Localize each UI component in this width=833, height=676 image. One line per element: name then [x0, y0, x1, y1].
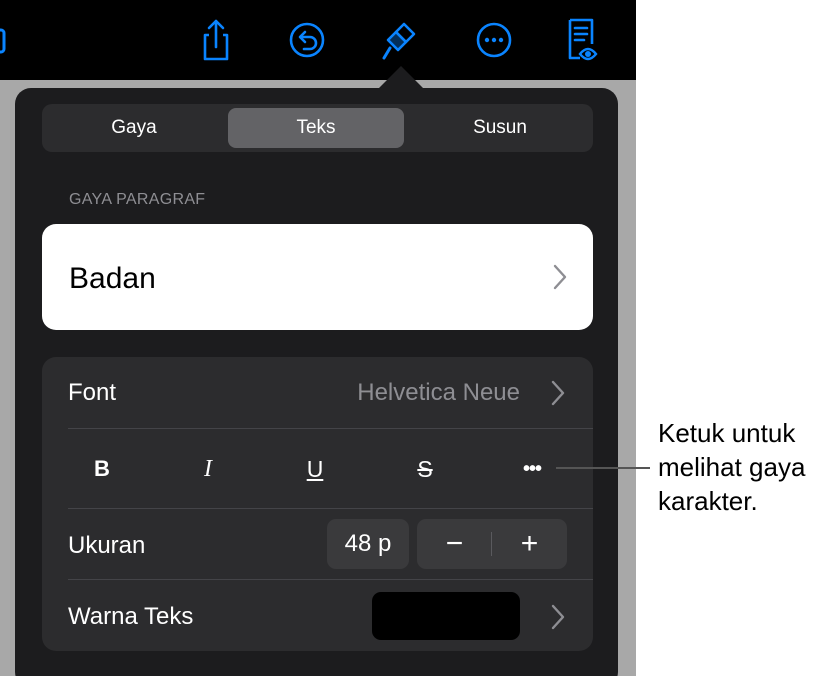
- underline-button[interactable]: U: [299, 453, 331, 485]
- share-icon[interactable]: [194, 14, 238, 66]
- font-label: Font: [68, 379, 117, 406]
- font-size-stepper: − +: [417, 519, 567, 569]
- divider: [68, 508, 593, 509]
- italic-button[interactable]: I: [192, 453, 224, 485]
- top-toolbar: [0, 0, 636, 80]
- font-row[interactable]: Font Helvetica Neue: [42, 357, 593, 428]
- text-color-label: Warna Teks: [68, 603, 194, 630]
- callout-text: Ketuk untuk melihat gaya karakter.: [658, 416, 833, 518]
- size-label: Ukuran: [68, 532, 146, 559]
- chevron-right-icon: [553, 264, 567, 295]
- ipad-screen: Gaya Teks Susun GAYA PARAGRAF Badan Font…: [0, 0, 833, 676]
- undo-icon[interactable]: [285, 14, 329, 66]
- format-brush-icon[interactable]: [378, 14, 422, 66]
- more-text-options-button[interactable]: •••: [512, 453, 552, 485]
- paragraph-style-section-label: GAYA PARAGRAF: [69, 191, 206, 208]
- bold-button[interactable]: B: [86, 453, 118, 485]
- photo-icon[interactable]: [0, 14, 14, 66]
- decrease-size-button[interactable]: −: [417, 519, 492, 569]
- callout-line-1: Ketuk untuk: [658, 418, 796, 448]
- popover-arrow: [377, 66, 425, 90]
- tab-susun[interactable]: Susun: [411, 108, 589, 148]
- text-color-swatch[interactable]: [372, 592, 520, 640]
- callout-leader-line: [556, 467, 650, 469]
- minus-icon: −: [445, 527, 464, 560]
- increase-size-button[interactable]: +: [492, 519, 567, 569]
- plus-icon: +: [520, 527, 539, 560]
- chevron-right-icon: [551, 604, 565, 635]
- strikethrough-button[interactable]: S: [409, 453, 441, 485]
- format-tabs: Gaya Teks Susun: [42, 104, 593, 152]
- font-size-field[interactable]: 48 p: [327, 519, 409, 569]
- paragraph-style-value: Badan: [69, 262, 156, 295]
- reader-view-icon[interactable]: [560, 14, 604, 66]
- tab-teks[interactable]: Teks: [228, 108, 404, 148]
- more-icon[interactable]: [472, 14, 516, 66]
- chevron-right-icon: [551, 380, 565, 411]
- callout-line-3: karakter.: [658, 486, 758, 516]
- text-settings-group: Font Helvetica Neue B I U S ••• Ukuran 4…: [42, 357, 593, 651]
- divider: [68, 428, 593, 429]
- font-value: Helvetica Neue: [357, 379, 520, 406]
- paragraph-style-button[interactable]: Badan: [42, 224, 593, 330]
- tab-gaya[interactable]: Gaya: [46, 108, 222, 148]
- callout-line-2: melihat gaya: [658, 452, 806, 482]
